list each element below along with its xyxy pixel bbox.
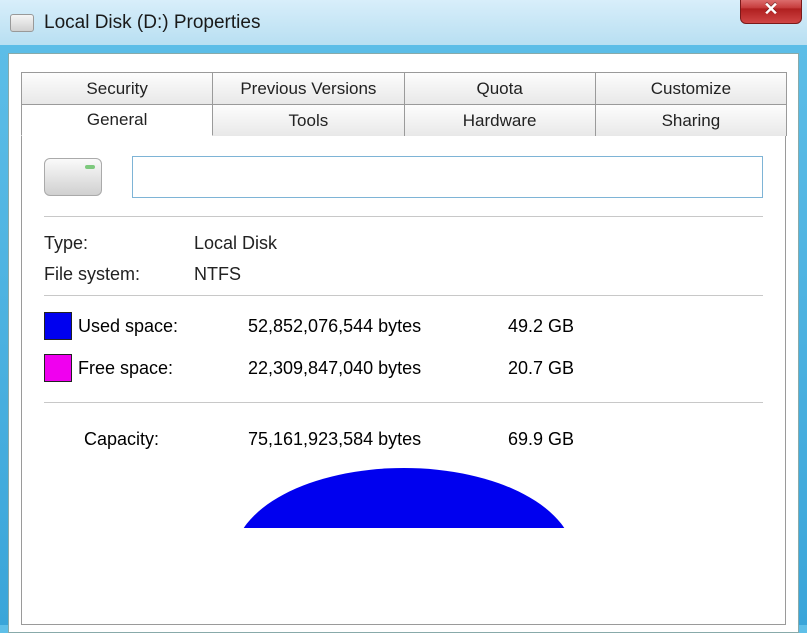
type-fs-grid: Type: Local Disk File system: NTFS <box>44 233 763 285</box>
titlebar[interactable]: Local Disk (D:) Properties ✕ <box>0 0 807 45</box>
capacity-bytes: 75,161,923,584 bytes <box>248 429 508 450</box>
tab-sharing[interactable]: Sharing <box>595 104 787 136</box>
close-button[interactable]: ✕ <box>740 0 802 24</box>
free-space-label: Free space: <box>78 358 248 379</box>
free-space-bytes: 22,309,847,040 bytes <box>248 358 508 379</box>
capacity-label: Capacity: <box>44 429 248 450</box>
pie-chart-icon <box>234 468 574 528</box>
close-icon: ✕ <box>763 0 778 20</box>
tab-hardware[interactable]: Hardware <box>404 104 596 136</box>
separator <box>44 295 763 296</box>
filesystem-label: File system: <box>44 264 194 285</box>
volume-label-row <box>44 156 763 198</box>
capacity-row: Capacity: 75,161,923,584 bytes 69.9 GB <box>44 429 763 450</box>
properties-window: Local Disk (D:) Properties ✕ Security Pr… <box>0 0 807 625</box>
tab-label: Tools <box>289 111 329 131</box>
used-space-gb: 49.2 GB <box>508 316 628 337</box>
type-value: Local Disk <box>194 233 763 254</box>
tab-label: Security <box>86 79 147 99</box>
used-space-bytes: 52,852,076,544 bytes <box>248 316 508 337</box>
tab-row-2: General Tools Hardware Sharing <box>21 104 786 136</box>
tab-strip: Security Previous Versions Quota Customi… <box>21 72 786 136</box>
tab-label: General <box>87 110 147 130</box>
used-space-label: Used space: <box>78 316 248 337</box>
free-space-swatch <box>44 354 72 382</box>
tab-previous-versions[interactable]: Previous Versions <box>212 72 404 104</box>
volume-label-input[interactable] <box>132 156 763 198</box>
tab-quota[interactable]: Quota <box>404 72 596 104</box>
tab-label: Hardware <box>463 111 537 131</box>
tab-label: Sharing <box>662 111 721 131</box>
type-label: Type: <box>44 233 194 254</box>
general-panel: Type: Local Disk File system: NTFS Used … <box>21 135 786 625</box>
separator <box>44 402 763 403</box>
tab-label: Quota <box>476 79 522 99</box>
free-space-gb: 20.7 GB <box>508 358 628 379</box>
disk-usage-pie <box>234 468 574 528</box>
tab-label: Previous Versions <box>240 79 376 99</box>
used-space-swatch <box>44 312 72 340</box>
client-area: Security Previous Versions Quota Customi… <box>8 53 799 633</box>
tab-label: Customize <box>651 79 731 99</box>
tab-general[interactable]: General <box>21 104 213 136</box>
tab-customize[interactable]: Customize <box>595 72 787 104</box>
filesystem-value: NTFS <box>194 264 763 285</box>
tab-tools[interactable]: Tools <box>212 104 404 136</box>
drive-icon <box>10 14 34 32</box>
separator <box>44 216 763 217</box>
drive-icon <box>44 158 102 196</box>
capacity-gb: 69.9 GB <box>508 429 628 450</box>
space-table: Used space: 52,852,076,544 bytes 49.2 GB… <box>44 312 763 382</box>
tab-security[interactable]: Security <box>21 72 213 104</box>
window-title: Local Disk (D:) Properties <box>44 12 260 34</box>
tab-row-1: Security Previous Versions Quota Customi… <box>21 72 786 104</box>
